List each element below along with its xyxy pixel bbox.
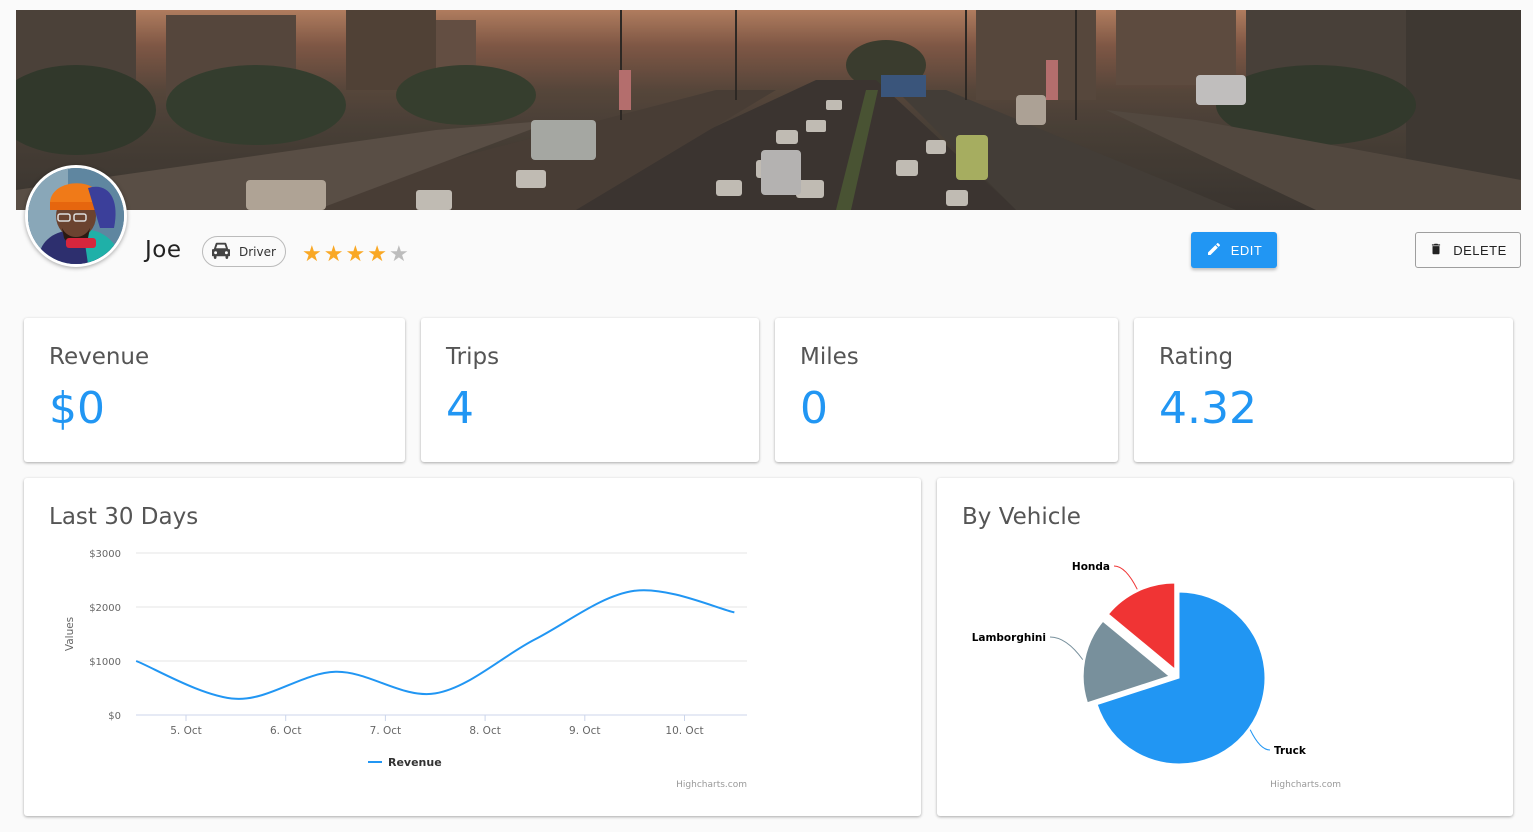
last-30-days-card: Last 30 Days $0 $1000 $2000 $3000 5. Oct 6. O…: [24, 478, 921, 816]
line-chart: $0 $1000 $2000 $3000 5. Oct 6. Oct 7. Oct 8. Oc…: [64, 549, 747, 790]
cover-image: [16, 10, 1521, 210]
stat-label: Trips: [446, 344, 500, 370]
chart-credit[interactable]: Highcharts.com: [1270, 780, 1341, 790]
x-tick-label: 7. Oct: [370, 725, 402, 737]
stat-label: Miles: [800, 344, 859, 370]
delete-button[interactable]: DELETE: [1415, 232, 1521, 268]
stat-value: 4: [446, 383, 474, 434]
stat-value: 0: [800, 383, 828, 434]
y-tick-label: $0: [108, 711, 121, 722]
edit-button[interactable]: EDIT: [1191, 232, 1277, 268]
stat-card-trips: Trips 4: [421, 318, 759, 462]
x-tick-label: 10. Oct: [665, 725, 703, 737]
stat-value: $0: [49, 383, 105, 434]
y-tick-label: $2000: [89, 603, 121, 614]
pie-connector: [1249, 729, 1271, 751]
stat-label: Revenue: [49, 344, 150, 370]
pencil-icon: [1206, 241, 1222, 260]
pie-connector: [1113, 565, 1138, 590]
pie-connector: [1049, 636, 1084, 660]
stat-card-revenue: Revenue $0: [24, 318, 405, 462]
car-icon: [210, 241, 232, 263]
star-empty-icon: ★: [388, 242, 409, 267]
star-filled-icon: ★: [367, 242, 387, 267]
stat-label: Rating: [1159, 344, 1234, 370]
avatar: [25, 165, 127, 267]
y-axis-label: Values: [64, 617, 76, 651]
by-vehicle-card: By Vehicle Truck Lamborghini Honda Highchar…: [937, 478, 1513, 816]
edit-label: EDIT: [1230, 242, 1263, 258]
star-filled-icon: ★: [302, 242, 322, 267]
trash-icon: [1429, 241, 1443, 260]
y-tick-label: $3000: [89, 549, 121, 560]
x-tick-label: 8. Oct: [469, 725, 501, 737]
x-tick-label: 9. Oct: [569, 725, 601, 737]
rating-stars: ★ ★ ★ ★ ★: [302, 243, 409, 267]
x-tick-label: 6. Oct: [270, 725, 302, 737]
role-label: Driver: [239, 244, 276, 259]
stat-card-miles: Miles 0: [775, 318, 1118, 462]
delete-label: DELETE: [1453, 242, 1507, 258]
legend-label[interactable]: Revenue: [388, 756, 442, 769]
star-filled-icon: ★: [323, 242, 344, 267]
pie-label: Lamborghini: [972, 632, 1046, 644]
pie-label: Honda: [1072, 561, 1110, 573]
stat-value: 4.32: [1159, 383, 1257, 434]
x-tick-label: 5. Oct: [170, 725, 202, 737]
role-chip: Driver: [202, 236, 286, 267]
chart-credit[interactable]: Highcharts.com: [676, 780, 747, 790]
y-tick-label: $1000: [89, 657, 121, 668]
profile-name: Joe: [145, 237, 182, 263]
star-filled-icon: ★: [345, 242, 366, 267]
stat-card-rating: Rating 4.32: [1134, 318, 1513, 462]
pie-label: Truck: [1274, 745, 1307, 757]
pie-chart: Truck Lamborghini Honda Highcharts.com: [972, 561, 1341, 790]
